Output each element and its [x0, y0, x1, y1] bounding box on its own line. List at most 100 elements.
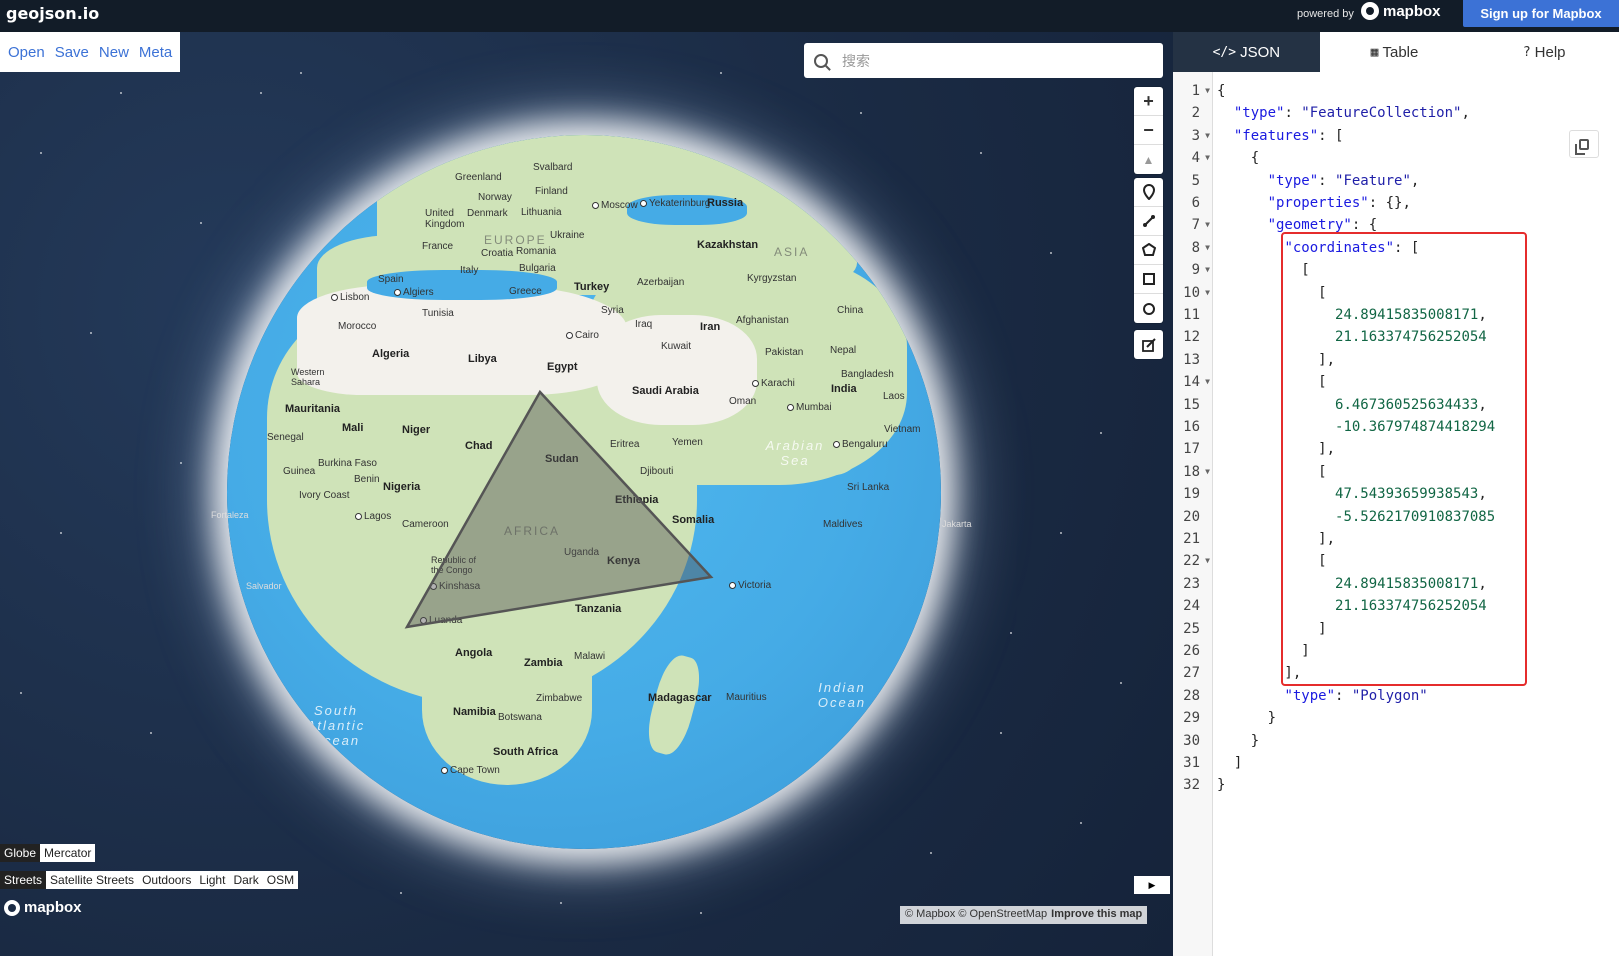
line-number: 13 [1183, 351, 1200, 368]
edit-icon [1141, 337, 1156, 352]
tab-table[interactable]: ▦ Table [1319, 32, 1470, 72]
line-number: 8 ▼ [1173, 237, 1213, 259]
fold-arrow-icon[interactable]: ▼ [1205, 461, 1210, 483]
file-menu: Open Save New Meta [0, 32, 181, 72]
code-line[interactable]: "properties": {}, [1217, 192, 1411, 214]
line-number: 9 ▼ [1173, 259, 1213, 281]
code-line[interactable]: ] [1217, 752, 1242, 774]
line-number: 3 ▼ [1173, 125, 1213, 147]
code-line[interactable]: "type": "Polygon" [1217, 685, 1427, 707]
fold-arrow-icon[interactable]: ▼ [1205, 214, 1210, 236]
map-label: Mali [342, 422, 364, 434]
new-button[interactable]: New [99, 44, 129, 61]
fold-arrow-icon[interactable]: ▼ [1205, 259, 1210, 281]
fold-arrow-icon[interactable]: ▼ [1205, 371, 1210, 393]
map-label: Karachi [752, 378, 795, 389]
improve-map-link[interactable]: Improve this map [1051, 908, 1142, 920]
ocean-label: Indian Ocean [817, 680, 867, 710]
draw-polygon-button[interactable] [1134, 236, 1163, 265]
mapbox-logo[interactable]: mapbox [1361, 2, 1441, 20]
style-dark[interactable]: Dark [229, 871, 263, 889]
line-number: 27 [1183, 665, 1200, 682]
signup-button[interactable]: Sign up for Mapbox [1463, 0, 1619, 27]
line-number: 26 [1183, 643, 1200, 659]
code-line[interactable]: "features": [ [1217, 125, 1344, 147]
powered-by-text: powered by [1297, 8, 1354, 20]
projection-mercator[interactable]: Mercator [40, 844, 96, 862]
map-label: South Africa [493, 746, 558, 758]
region-label: AFRICA [504, 524, 561, 538]
fold-arrow-icon[interactable]: ▼ [1205, 282, 1210, 304]
draw-line-button[interactable] [1134, 207, 1163, 236]
star [260, 92, 262, 94]
save-button[interactable]: Save [55, 44, 89, 61]
tab-json[interactable]: </> JSON [1173, 32, 1320, 72]
fold-arrow-icon[interactable]: ▼ [1205, 237, 1210, 259]
line-number: 17 [1183, 441, 1200, 458]
region-label: EUROPE [484, 233, 547, 247]
attribution-text[interactable]: © Mapbox © OpenStreetMap [905, 908, 1047, 920]
star [980, 152, 982, 154]
map-label: Bengaluru [833, 439, 888, 450]
code-line[interactable]: } [1217, 730, 1259, 752]
projection-globe[interactable]: Globe [0, 844, 41, 862]
star [930, 852, 932, 854]
fold-arrow-icon[interactable]: ▼ [1205, 80, 1210, 102]
star [1000, 732, 1002, 734]
land-madagascar [641, 651, 707, 759]
draw-marker-button[interactable] [1134, 178, 1163, 207]
star [60, 532, 62, 534]
globe[interactable]: Greenland Svalbard Norway Finland United Kin… [227, 135, 941, 849]
map-label: Azerbaijan [637, 277, 685, 288]
tab-help[interactable]: ? Help [1469, 32, 1619, 72]
line-number: 18 ▼ [1173, 461, 1213, 483]
search-input[interactable]: 搜索 [804, 43, 1163, 78]
draw-circle-button[interactable] [1134, 294, 1163, 323]
code-line[interactable]: } [1217, 707, 1276, 729]
fold-arrow-icon[interactable]: ▼ [1205, 550, 1210, 572]
style-osm[interactable]: OSM [262, 871, 299, 889]
style-streets[interactable]: Streets [0, 871, 47, 889]
map-label: Cape Town [441, 765, 500, 776]
tab-table-label: Table [1382, 43, 1419, 61]
style-light[interactable]: Light [195, 871, 230, 889]
copy-button[interactable] [1569, 130, 1599, 158]
zoom-out-button[interactable]: − [1134, 116, 1163, 145]
top-bar: geojson.io powered by mapbox Sign up for… [0, 0, 1619, 32]
zoom-in-button[interactable]: + [1134, 87, 1163, 116]
mapbox-icon [1361, 2, 1379, 20]
compass-button[interactable]: ▲ [1134, 145, 1163, 174]
map-label: Turkey [574, 281, 610, 293]
meta-button[interactable]: Meta [139, 44, 172, 61]
style-satellite-streets[interactable]: Satellite Streets [46, 871, 139, 889]
mapbox-bottom-logo[interactable]: mapbox [4, 899, 82, 916]
map-label: Kazakhstan [697, 239, 759, 251]
code-line[interactable]: "type": "FeatureCollection", [1217, 102, 1470, 124]
star [560, 902, 562, 904]
fold-arrow-icon[interactable]: ▼ [1205, 125, 1210, 147]
draw-rectangle-button[interactable] [1134, 265, 1163, 294]
star [300, 72, 302, 74]
open-button[interactable]: Open [8, 44, 45, 61]
map-label: Lithuania [521, 207, 562, 218]
fold-arrow-icon[interactable]: ▼ [1205, 147, 1210, 169]
style-outdoors[interactable]: Outdoors [138, 871, 196, 889]
marker-icon [1142, 184, 1155, 200]
map-canvas[interactable]: Open Save New Meta 搜索 + − ▲ Greenland Sv… [0, 32, 1173, 956]
code-line[interactable]: { [1217, 80, 1225, 102]
land-southern-africa [422, 635, 592, 785]
code-line[interactable]: "type": "Feature", [1217, 170, 1420, 192]
code-line[interactable]: { [1217, 147, 1259, 169]
map-label: Somalia [672, 514, 715, 526]
draw-toolbar [1134, 178, 1163, 323]
map-label: Lisbon [331, 292, 369, 303]
map-label: Finland [535, 186, 568, 197]
collapse-panel-button[interactable]: ▶ [1134, 876, 1170, 894]
map-label: Iraq [635, 319, 653, 330]
edit-button[interactable] [1134, 330, 1163, 359]
map-label: Greece [509, 286, 542, 297]
line-number: 7 ▼ [1173, 214, 1213, 236]
map-style-switcher: Streets Satellite Streets Outdoors Light… [0, 871, 299, 889]
code-line[interactable]: } [1217, 774, 1225, 796]
star [860, 112, 862, 114]
